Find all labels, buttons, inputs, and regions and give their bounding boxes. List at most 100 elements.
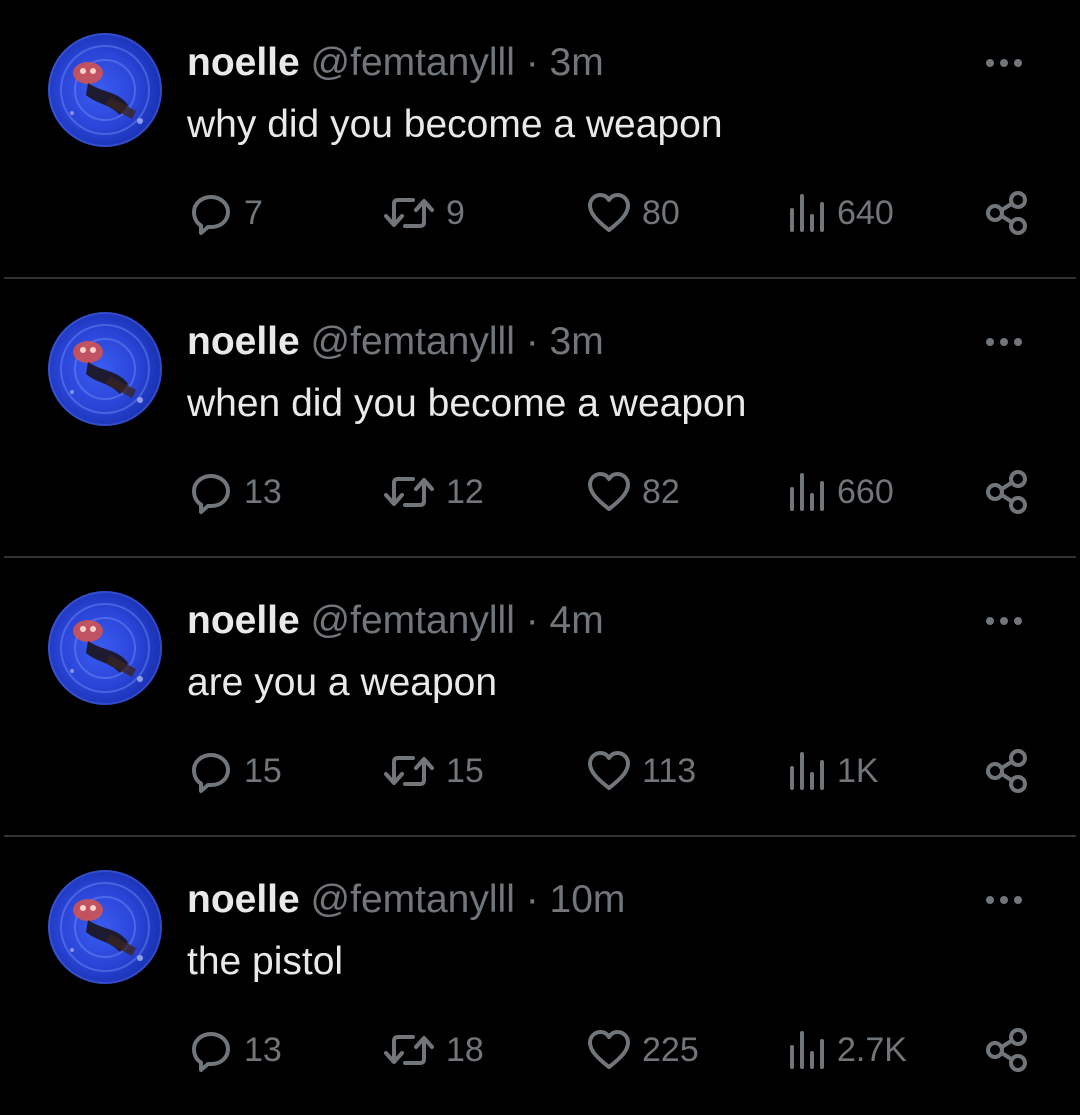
view-count: 660 <box>837 473 894 511</box>
more-options-icon <box>986 338 1022 346</box>
tweet[interactable]: noelle @femtanylll · 3m why did you beco… <box>0 0 1080 278</box>
avatar[interactable] <box>48 33 162 147</box>
share-icon <box>986 1028 1027 1072</box>
views-button[interactable]: 1K <box>787 746 879 796</box>
avatar[interactable] <box>48 591 162 705</box>
tweet-timestamp[interactable]: 3m <box>550 41 604 84</box>
more-options-button[interactable] <box>978 606 1030 636</box>
view-count: 640 <box>837 194 894 232</box>
tweet-actions: 13 12 82 660 <box>0 467 1080 517</box>
more-options-button[interactable] <box>978 48 1030 78</box>
tweet-timestamp[interactable]: 10m <box>550 878 626 921</box>
reply-icon <box>192 1032 230 1072</box>
separator-dot: · <box>525 41 539 84</box>
reply-button[interactable]: 13 <box>188 467 282 517</box>
more-options-icon <box>986 59 1022 67</box>
retweet-button[interactable]: 12 <box>382 467 484 517</box>
like-button[interactable]: 80 <box>586 188 680 238</box>
retweet-count: 15 <box>446 752 484 790</box>
share-button[interactable] <box>984 1025 1030 1075</box>
user-handle[interactable]: @femtanylll <box>311 599 515 642</box>
more-options-icon <box>986 617 1022 625</box>
reply-icon <box>192 753 230 793</box>
more-options-button[interactable] <box>978 327 1030 357</box>
share-button[interactable] <box>984 746 1030 796</box>
like-button[interactable]: 225 <box>586 1025 699 1075</box>
views-button[interactable]: 640 <box>787 188 894 238</box>
display-name[interactable]: noelle <box>187 41 300 84</box>
tweet-text: when did you become a weapon <box>187 382 747 425</box>
reply-count: 13 <box>244 1031 282 1069</box>
like-count: 113 <box>642 752 697 790</box>
views-button[interactable]: 660 <box>787 467 894 517</box>
like-button[interactable]: 113 <box>586 746 696 796</box>
reply-icon <box>192 474 230 514</box>
reply-button[interactable]: 13 <box>188 1025 282 1075</box>
retweet-button[interactable]: 15 <box>382 746 484 796</box>
tweet-header: noelle @femtanylll · 10m <box>187 875 625 925</box>
display-name[interactable]: noelle <box>187 599 300 642</box>
views-chart-icon <box>790 752 824 790</box>
view-count: 1K <box>837 752 879 790</box>
heart-icon <box>588 472 630 511</box>
tweet-header: noelle @femtanylll · 3m <box>187 38 604 88</box>
like-count: 80 <box>642 194 680 232</box>
user-handle[interactable]: @femtanylll <box>311 41 515 84</box>
reply-count: 15 <box>244 752 282 790</box>
avatar[interactable] <box>48 312 162 426</box>
retweet-icon <box>384 477 434 507</box>
share-icon <box>986 749 1027 793</box>
more-options-icon <box>986 896 1022 904</box>
reply-button[interactable]: 15 <box>188 746 282 796</box>
views-chart-icon <box>790 1031 824 1069</box>
views-chart-icon <box>790 473 824 511</box>
separator-dot: · <box>525 320 539 363</box>
share-button[interactable] <box>984 188 1030 238</box>
tweet[interactable]: noelle @femtanylll · 3m when did you bec… <box>0 279 1080 557</box>
tweet-actions: 13 18 225 2.7K <box>0 1025 1080 1075</box>
like-count: 225 <box>642 1031 699 1069</box>
retweet-button[interactable]: 18 <box>382 1025 484 1075</box>
views-chart-icon <box>790 194 824 232</box>
share-button[interactable] <box>984 467 1030 517</box>
tweet-timestamp[interactable]: 3m <box>550 320 604 363</box>
user-handle[interactable]: @femtanylll <box>311 320 515 363</box>
avatar-image <box>60 45 150 135</box>
share-icon <box>986 191 1027 235</box>
separator-dot: · <box>525 878 539 921</box>
more-options-button[interactable] <box>978 885 1030 915</box>
retweet-icon <box>384 198 434 228</box>
avatar[interactable] <box>48 870 162 984</box>
tweet[interactable]: noelle @femtanylll · 10m the pistol 13 1… <box>0 837 1080 1115</box>
tweet-feed: noelle @femtanylll · 3m why did you beco… <box>0 0 1080 1113</box>
separator-dot: · <box>525 599 539 642</box>
heart-icon <box>588 193 630 232</box>
tweet-text: are you a weapon <box>187 661 498 704</box>
avatar-image <box>60 882 150 972</box>
reply-count: 13 <box>244 473 282 511</box>
retweet-count: 12 <box>446 473 484 511</box>
heart-icon <box>588 1030 630 1069</box>
tweet[interactable]: noelle @femtanylll · 4m are you a weapon… <box>0 558 1080 836</box>
retweet-button[interactable]: 9 <box>382 188 465 238</box>
tweet-actions: 7 9 80 640 <box>0 188 1080 238</box>
tweet-text: why did you become a weapon <box>187 103 723 146</box>
tweet-timestamp[interactable]: 4m <box>550 599 604 642</box>
reply-button[interactable]: 7 <box>188 188 263 238</box>
retweet-icon <box>384 756 434 786</box>
tweet-header: noelle @femtanylll · 4m <box>187 596 604 646</box>
retweet-icon <box>384 1035 434 1065</box>
like-button[interactable]: 82 <box>586 467 680 517</box>
share-icon <box>986 470 1027 514</box>
retweet-count: 18 <box>446 1031 484 1069</box>
display-name[interactable]: noelle <box>187 878 300 921</box>
avatar-image <box>60 603 150 693</box>
reply-icon <box>192 195 230 235</box>
views-button[interactable]: 2.7K <box>787 1025 907 1075</box>
view-count: 2.7K <box>837 1031 907 1069</box>
reply-count: 7 <box>244 194 263 232</box>
display-name[interactable]: noelle <box>187 320 300 363</box>
user-handle[interactable]: @femtanylll <box>311 878 515 921</box>
heart-icon <box>588 751 630 790</box>
tweet-text: the pistol <box>187 940 344 983</box>
